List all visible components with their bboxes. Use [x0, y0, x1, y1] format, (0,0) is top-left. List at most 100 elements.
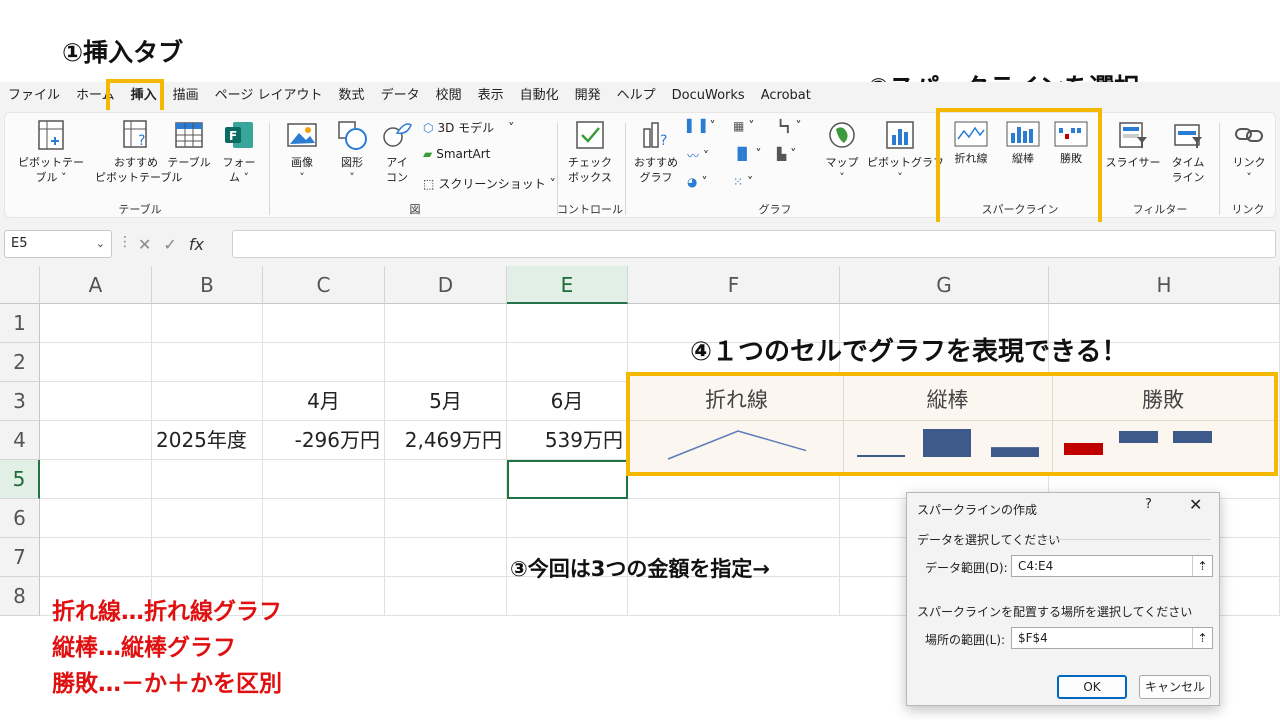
column-header-e[interactable]: E [507, 266, 628, 304]
cell-a3[interactable] [40, 382, 152, 421]
cell-d1[interactable] [385, 304, 507, 343]
cell-d4[interactable]: 2,469万円 [385, 421, 507, 460]
cell-c3[interactable]: 4月 [263, 382, 385, 421]
sparkline-column-button[interactable]: 縦棒 [1001, 121, 1045, 166]
smartart-button[interactable]: ▰ SmartArt [423, 147, 490, 161]
cell-b3[interactable] [152, 382, 263, 421]
ok-button[interactable]: OK [1057, 675, 1127, 699]
cell-c6[interactable] [263, 499, 385, 538]
row-header-6[interactable]: 6 [0, 499, 40, 538]
menu-tab[interactable]: 挿入 [123, 82, 165, 110]
cell-d3[interactable]: 5月 [385, 382, 507, 421]
insert-function-button[interactable]: fx [189, 235, 204, 254]
cell-a2[interactable] [40, 343, 152, 382]
cell-c4[interactable]: -296万円 [263, 421, 385, 460]
cell-b7[interactable] [152, 538, 263, 577]
menu-tab[interactable]: Acrobat [753, 82, 819, 110]
column-header-g[interactable]: G [840, 266, 1049, 304]
cell-c1[interactable] [263, 304, 385, 343]
menu-tab[interactable]: ヘルプ [609, 82, 664, 110]
sparkline-line-button[interactable]: 折れ線 [949, 121, 993, 166]
data-range-input[interactable]: C4:E4 ⇡ [1011, 555, 1213, 577]
cancel-button[interactable]: キャンセル [1139, 675, 1211, 699]
column-header-c[interactable]: C [263, 266, 385, 304]
3d-models-button[interactable]: ⬡ 3D モデル ˅ [423, 119, 514, 136]
formula-input[interactable] [232, 230, 1276, 258]
picture-button[interactable]: 画像 ˅ [279, 119, 325, 185]
cell-e2[interactable] [507, 343, 628, 382]
cell-e5[interactable] [507, 460, 628, 499]
cell-a7[interactable] [40, 538, 152, 577]
timeline-button[interactable]: タイム ライン [1165, 119, 1211, 185]
pie-chart-button[interactable]: ◕ ˅ [687, 175, 707, 189]
pivot-chart-button[interactable]: ピボットグラフ ˅ [867, 119, 944, 185]
collapse-dialog-icon[interactable]: ⇡ [1192, 628, 1212, 648]
scatter-chart-button[interactable]: ⁙ ˅ [733, 175, 753, 189]
help-button[interactable]: ? [1145, 497, 1152, 512]
menu-tab[interactable]: 自動化 [512, 82, 567, 110]
menu-tab[interactable]: 表示 [470, 82, 512, 110]
cell-b6[interactable] [152, 499, 263, 538]
menu-tab[interactable]: データ [373, 82, 428, 110]
cell-d6[interactable] [385, 499, 507, 538]
close-button[interactable]: ✕ [1189, 495, 1202, 514]
cell-e1[interactable] [507, 304, 628, 343]
cell-c5[interactable] [263, 460, 385, 499]
column-header-f[interactable]: F [628, 266, 840, 304]
column-header-b[interactable]: B [152, 266, 263, 304]
menu-tab[interactable]: 数式 [331, 82, 373, 110]
row-header-2[interactable]: 2 [0, 343, 40, 382]
sparkline-winloss-button[interactable]: 勝敗 [1049, 121, 1093, 166]
menu-tab[interactable]: ファイル [0, 82, 68, 110]
menu-tab[interactable]: 描画 [165, 82, 207, 110]
column-header-a[interactable]: A [40, 266, 152, 304]
recommended-charts-button[interactable]: ? おすすめ グラフ [629, 119, 683, 185]
cell-b1[interactable] [152, 304, 263, 343]
column-chart-button[interactable]: ▌▐ ˅ [687, 119, 715, 133]
cell-b5[interactable] [152, 460, 263, 499]
cell-b4[interactable]: 2025年度 [152, 421, 263, 460]
line-chart-button[interactable]: 〰 ˅ [687, 147, 709, 164]
cell-e3[interactable]: 6月 [507, 382, 628, 421]
column-header-d[interactable]: D [385, 266, 507, 304]
pivot-table-button[interactable]: ピボットテー ブル ˅ [13, 119, 89, 185]
column-header-h[interactable]: H [1049, 266, 1280, 304]
cell-d5[interactable] [385, 460, 507, 499]
row-header-7[interactable]: 7 [0, 538, 40, 577]
cell-d7[interactable] [385, 538, 507, 577]
select-all-corner[interactable] [0, 266, 40, 304]
cancel-icon[interactable]: ✕ [138, 235, 151, 254]
cell-d2[interactable] [385, 343, 507, 382]
row-header-8[interactable]: 8 [0, 577, 40, 616]
screenshot-button[interactable]: ⬚ スクリーンショット ˅ [423, 175, 556, 192]
statistic-chart-button[interactable]: ▐▌ ˅ [733, 147, 761, 161]
cell-d8[interactable] [385, 577, 507, 616]
slicer-button[interactable]: スライサー [1105, 119, 1161, 170]
row-header-4[interactable]: 4 [0, 421, 40, 460]
cell-c2[interactable] [263, 343, 385, 382]
menu-tab[interactable]: ホーム [68, 82, 123, 110]
maps-button[interactable]: マップ ˅ [819, 119, 865, 185]
row-header-3[interactable]: 3 [0, 382, 40, 421]
row-header-1[interactable]: 1 [0, 304, 40, 343]
row-header-5[interactable]: 5 [0, 460, 40, 499]
enter-icon[interactable]: ✓ [163, 235, 176, 254]
location-range-input[interactable]: $F$4 ⇡ [1011, 627, 1213, 649]
checkbox-button[interactable]: チェック ボックス [565, 119, 615, 185]
cell-e6[interactable] [507, 499, 628, 538]
cell-a5[interactable] [40, 460, 152, 499]
cell-c7[interactable] [263, 538, 385, 577]
forms-button[interactable]: F フォー ム ˅ [217, 119, 261, 185]
collapse-dialog-icon[interactable]: ⇡ [1192, 556, 1212, 576]
cell-b2[interactable] [152, 343, 263, 382]
link-button[interactable]: リンク ˅ [1227, 119, 1271, 185]
cell-f6[interactable] [628, 499, 840, 538]
menu-tab[interactable]: 開発 [567, 82, 609, 110]
menu-tab[interactable]: ページ レイアウト [207, 82, 331, 110]
cell-a6[interactable] [40, 499, 152, 538]
cell-a1[interactable] [40, 304, 152, 343]
combo-chart-button[interactable]: ▙ ˅ [777, 147, 796, 161]
cell-e4[interactable]: 539万円 [507, 421, 628, 460]
name-box[interactable]: E5 ⌄ [4, 230, 112, 258]
menu-tab[interactable]: 校閲 [428, 82, 470, 110]
